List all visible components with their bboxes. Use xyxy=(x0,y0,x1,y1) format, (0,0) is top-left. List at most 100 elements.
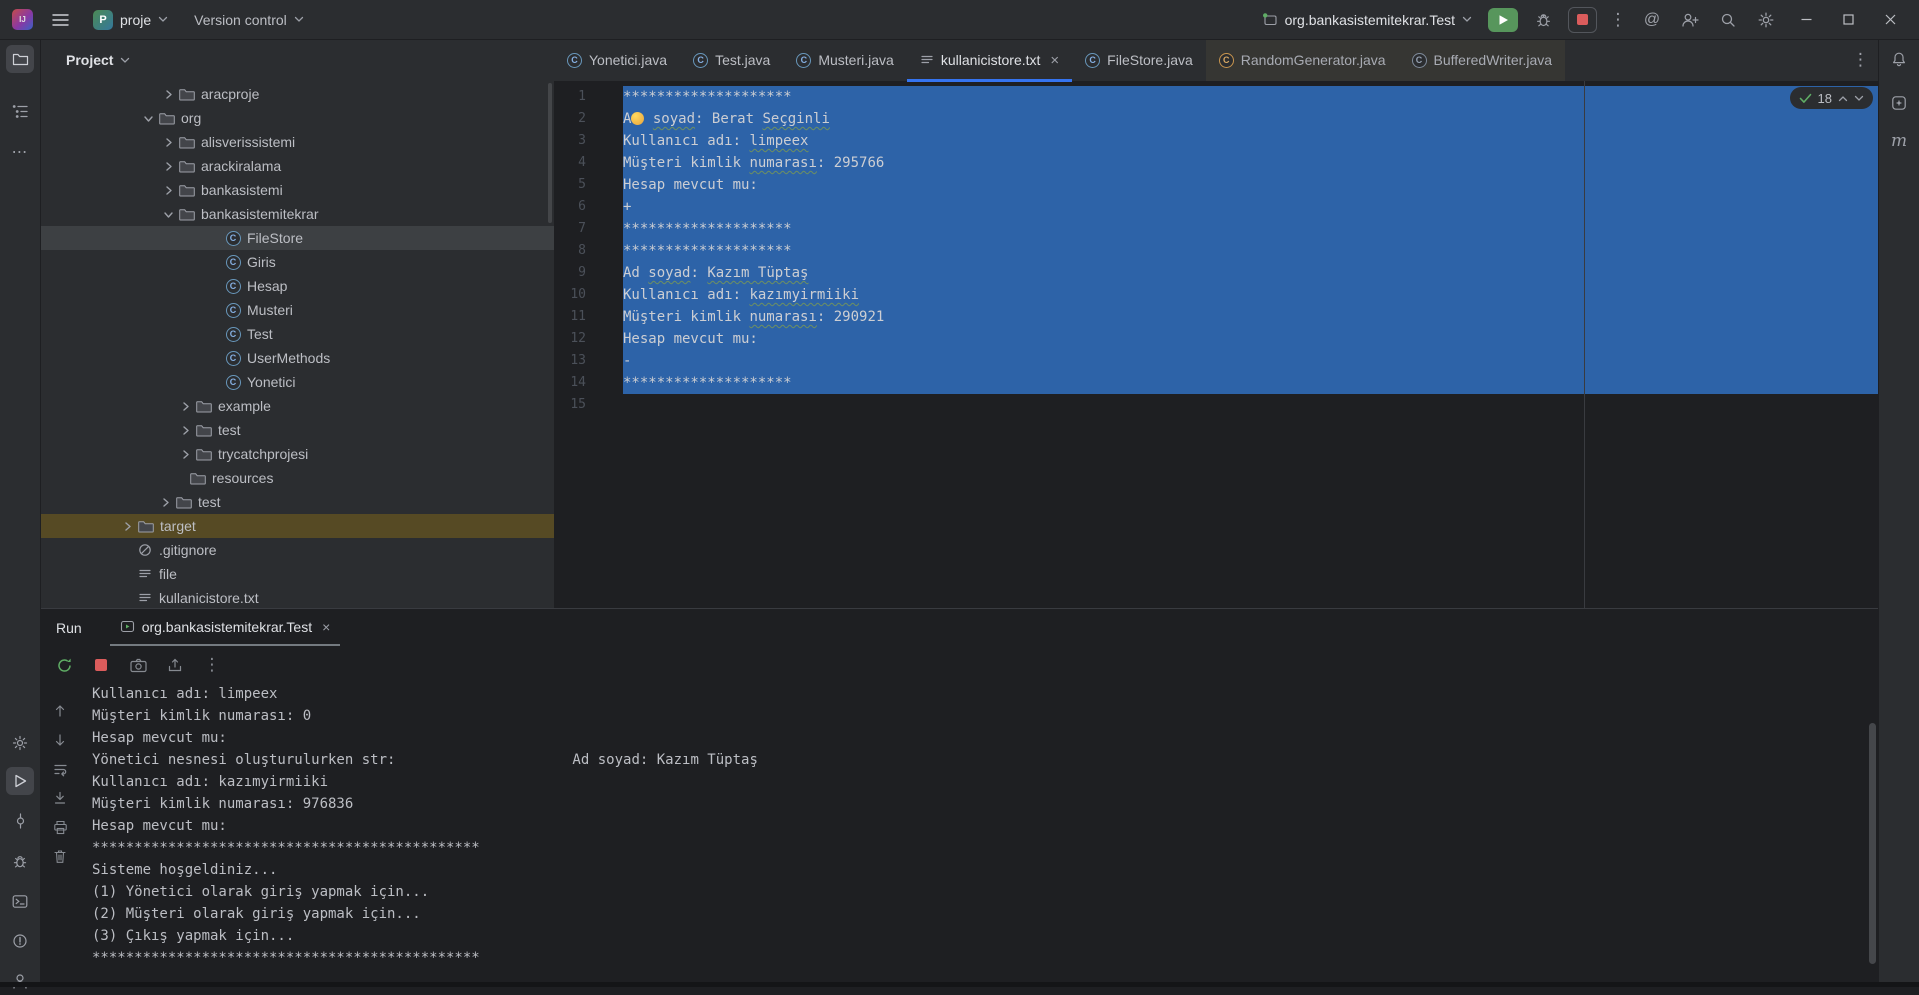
tree-item-FileStore[interactable]: C FileStore xyxy=(40,226,554,250)
maven-tool-icon[interactable]: m xyxy=(1885,127,1913,155)
tree-item-file[interactable]: file xyxy=(40,562,554,586)
tree-item-Musteri[interactable]: C Musteri xyxy=(40,298,554,322)
console-line: Müşteri kimlik numarası: 0 xyxy=(92,708,312,724)
tree-item-Giris[interactable]: C Giris xyxy=(40,250,554,274)
debug-tool-icon[interactable] xyxy=(6,847,34,875)
tab-options-kebab[interactable]: ⋮ xyxy=(1852,39,1869,81)
inspections-widget[interactable]: 18 xyxy=(1789,87,1873,109)
terminal-tool-icon[interactable] xyxy=(6,887,34,915)
rerun-button[interactable] xyxy=(52,653,76,677)
soft-wrap-button[interactable] xyxy=(49,758,71,780)
stop-button[interactable] xyxy=(1568,6,1597,33)
maximize-button[interactable] xyxy=(1833,13,1863,26)
tab-BufferedWriter.java[interactable]: C BufferedWriter.java xyxy=(1398,39,1566,81)
project-selector[interactable]: P proje xyxy=(87,7,174,33)
scroll-down-button[interactable] xyxy=(49,729,71,751)
console-scrollbar[interactable] xyxy=(1869,723,1876,964)
tree-scrollbar[interactable] xyxy=(548,83,552,223)
tree-item-alisverissistemi[interactable]: alisverissistemi xyxy=(40,130,554,154)
chevron-right-icon[interactable] xyxy=(176,449,194,460)
tab-FileStore.java[interactable]: C FileStore.java xyxy=(1072,39,1206,81)
chevron-right-icon[interactable] xyxy=(176,401,194,412)
editor-content[interactable]: 1 ******************** 2 A soyad: Berat Seç… xyxy=(554,81,1879,608)
structure-tool-icon[interactable] xyxy=(6,97,34,125)
tree-item-test[interactable]: test xyxy=(40,490,554,514)
tree-item-.gitignore[interactable]: .gitignore xyxy=(40,538,554,562)
tab-Test.java[interactable]: C Test.java xyxy=(680,39,783,81)
scroll-to-end-button[interactable] xyxy=(49,787,71,809)
minimize-button[interactable] xyxy=(1791,13,1821,26)
snapshot-camera-button[interactable] xyxy=(126,653,150,677)
tree-item-resources[interactable]: resources xyxy=(40,466,554,490)
yellow-dot-emoji xyxy=(631,112,645,125)
settings-button[interactable] xyxy=(1753,7,1779,33)
chevron-right-icon[interactable] xyxy=(118,521,136,532)
profile-tool-icon[interactable] xyxy=(6,967,34,995)
chevron-right-icon[interactable] xyxy=(159,137,177,148)
tree-item-Hesap[interactable]: C Hesap xyxy=(40,274,554,298)
ai-assistant-icon[interactable] xyxy=(1885,89,1913,117)
chevron-right-icon[interactable] xyxy=(159,161,177,172)
chevron-right-icon[interactable] xyxy=(176,425,194,436)
console-more-button[interactable]: ⋮ xyxy=(200,653,224,677)
stop-console-button[interactable] xyxy=(89,653,113,677)
close-icon[interactable]: × xyxy=(322,619,330,635)
tree-item-test[interactable]: test xyxy=(40,418,554,442)
commit-tool-icon[interactable] xyxy=(6,807,34,835)
console-output[interactable]: Kullanıcı adı: limpeex Müşteri kimlik num… xyxy=(92,683,1859,969)
problems-tool-icon[interactable] xyxy=(6,927,34,955)
tab-Yonetici.java[interactable]: C Yonetici.java xyxy=(554,39,680,81)
export-button[interactable] xyxy=(163,653,187,677)
chevron-right-icon[interactable] xyxy=(159,89,177,100)
line-text: + xyxy=(623,199,632,215)
chevron-down-icon[interactable] xyxy=(139,113,157,124)
console-line: ****************************************… xyxy=(92,950,480,966)
services-tool-icon[interactable] xyxy=(6,729,34,757)
tree-item-bankasistemi[interactable]: bankasistemi xyxy=(40,178,554,202)
chevron-right-icon[interactable] xyxy=(156,497,174,508)
clear-console-button[interactable] xyxy=(49,845,71,867)
tab-Musteri.java[interactable]: C Musteri.java xyxy=(783,39,906,81)
tab-RandomGenerator.java[interactable]: C RandomGenerator.java xyxy=(1205,39,1399,81)
print-button[interactable] xyxy=(49,816,71,838)
more-tools-icon[interactable]: ⋯ xyxy=(6,138,34,166)
class-icon: C xyxy=(1218,52,1234,68)
search-everywhere-button[interactable] xyxy=(1715,7,1741,33)
project-panel-header[interactable]: Project xyxy=(40,39,554,81)
tree-item-trycatchprojesi[interactable]: trycatchprojesi xyxy=(40,442,554,466)
class-icon: C xyxy=(225,254,241,270)
version-control-menu[interactable]: Version control xyxy=(188,9,310,31)
chevron-down-icon[interactable] xyxy=(159,209,177,220)
version-control-label: Version control xyxy=(194,11,287,28)
chevron-up-icon[interactable] xyxy=(1838,95,1848,102)
code-with-me-button[interactable] xyxy=(1677,7,1703,33)
close-window-button[interactable] xyxy=(1875,13,1905,26)
close-icon[interactable]: × xyxy=(1050,52,1059,69)
run-config-selector[interactable]: org.bankasistemitekrar.Test xyxy=(1258,9,1476,31)
more-run-actions-button[interactable]: ⋮ xyxy=(1609,7,1627,33)
debug-button[interactable] xyxy=(1530,7,1556,33)
chevron-down-icon[interactable] xyxy=(1854,95,1864,102)
run-button[interactable] xyxy=(1488,7,1518,32)
tree-item-target[interactable]: target xyxy=(40,514,554,538)
tree-item-Test[interactable]: C Test xyxy=(40,322,554,346)
run-tool-icon[interactable] xyxy=(6,767,34,795)
scroll-up-button[interactable] xyxy=(49,700,71,722)
tree-item-arackiralama[interactable]: arackiralama xyxy=(40,154,554,178)
tree-item-org[interactable]: org xyxy=(40,106,554,130)
run-console-tab[interactable]: org.bankasistemitekrar.Test × xyxy=(109,609,341,646)
tree-item-example[interactable]: example xyxy=(40,394,554,418)
tree-item-kullanicistore.txt[interactable]: kullanicistore.txt xyxy=(40,586,554,608)
tree-item-aracproje[interactable]: aracproje xyxy=(40,82,554,106)
tree-item-label: file xyxy=(159,566,177,582)
at-button[interactable]: @ xyxy=(1639,7,1665,33)
main-menu-icon[interactable] xyxy=(47,7,73,33)
chevron-right-icon[interactable] xyxy=(159,185,177,196)
notifications-bell-icon[interactable] xyxy=(1885,45,1913,73)
tree-item-Yonetici[interactable]: C Yonetici xyxy=(40,370,554,394)
tree-item-UserMethods[interactable]: C UserMethods xyxy=(40,346,554,370)
tab-kullanicistore.txt[interactable]: kullanicistore.txt × xyxy=(906,39,1073,82)
tree-item-label: example xyxy=(218,398,271,414)
project-tool-icon[interactable] xyxy=(6,45,34,73)
tree-item-bankasistemitekrar[interactable]: bankasistemitekrar xyxy=(40,202,554,226)
